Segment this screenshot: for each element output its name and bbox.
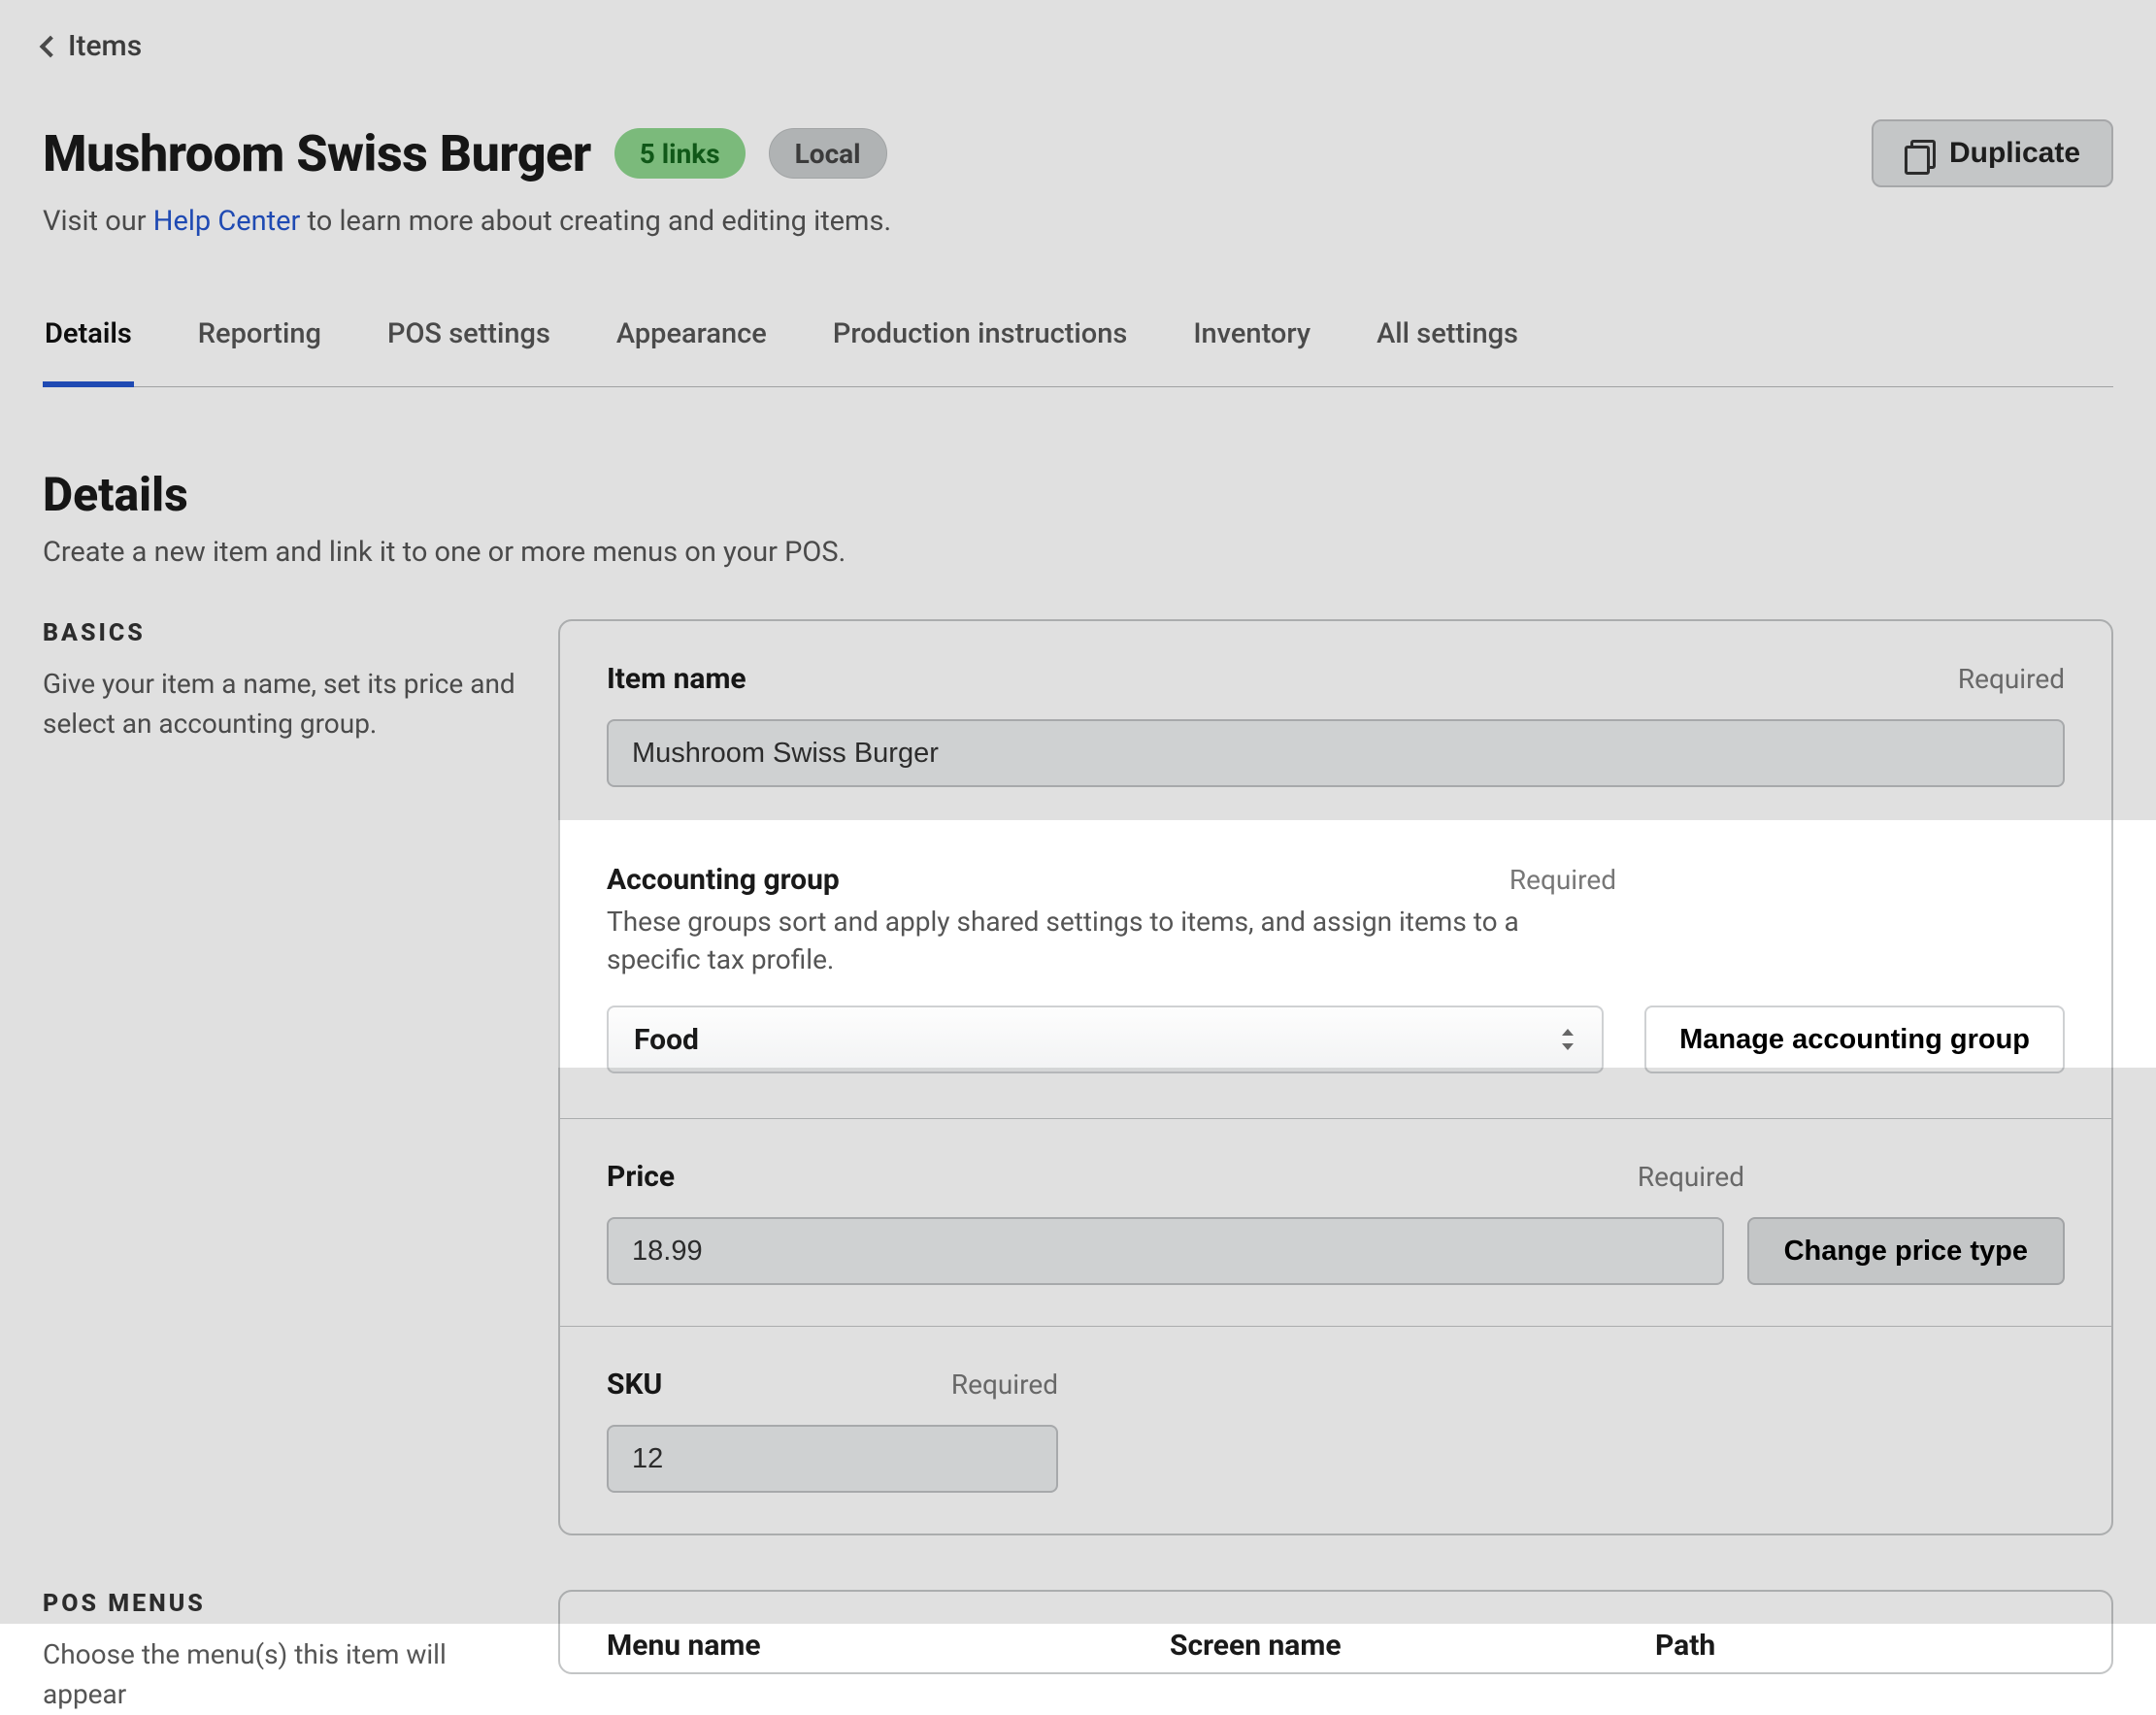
tab-details[interactable]: Details [43,317,134,387]
item-name-label: Item name [607,662,746,696]
sku-input[interactable] [607,1425,1058,1493]
item-name-required: Required [1958,663,2065,695]
col-screen-name: Screen name [1170,1629,1558,1663]
menus-table-header: Menu name Screen name Path [607,1629,2065,1663]
breadcrumb-label: Items [68,29,142,63]
accounting-group-help: These groups sort and apply shared setti… [607,903,1616,978]
duplicate-label: Duplicate [1949,137,2080,170]
breadcrumb-back[interactable]: Items [43,19,2113,92]
accounting-group-required: Required [1509,864,1616,896]
col-menu-name: Menu name [607,1629,1073,1663]
select-caret-icon [1559,1029,1576,1050]
section-subheading: Create a new item and link it to one or … [43,536,2113,569]
pos-menus-side-title: POS MENUS [43,1590,519,1618]
links-badge[interactable]: 5 links [614,128,746,179]
tab-all-settings[interactable]: All settings [1375,317,1520,386]
tabs: Details Reporting POS settings Appearanc… [43,317,2113,387]
basics-side-text: Give your item a name, set its price and… [43,665,519,743]
duplicate-button[interactable]: Duplicate [1872,119,2113,187]
tab-reporting[interactable]: Reporting [196,317,323,386]
tab-pos-settings[interactable]: POS settings [385,317,552,386]
item-name-input[interactable] [607,719,2065,787]
price-required: Required [1638,1161,1744,1193]
section-heading: Details [43,467,2113,522]
accounting-group-label: Accounting group [607,863,840,897]
change-price-type-button[interactable]: Change price type [1747,1217,2065,1285]
sku-required: Required [951,1369,1058,1401]
accounting-group-select[interactable]: Food [607,1006,1604,1073]
duplicate-icon [1905,140,1932,167]
tab-inventory[interactable]: Inventory [1191,317,1312,386]
pos-menus-side-text: Choose the menu(s) this item will appear [43,1635,519,1714]
col-path: Path [1655,1629,2065,1663]
tab-production[interactable]: Production instructions [831,317,1130,386]
page-subtitle: Visit our Help Center to learn more abou… [43,205,2113,238]
accounting-group-value: Food [634,1023,699,1057]
help-center-link[interactable]: Help Center [153,205,301,238]
chevron-left-icon [40,35,62,57]
tab-appearance[interactable]: Appearance [614,317,769,386]
price-label: Price [607,1160,675,1194]
manage-accounting-group-button[interactable]: Manage accounting group [1644,1006,2065,1073]
scope-badge[interactable]: Local [769,128,887,179]
price-input[interactable] [607,1217,1724,1285]
page-title: Mushroom Swiss Burger [43,124,591,183]
basics-side-title: BASICS [43,619,519,647]
sku-label: SKU [607,1368,662,1402]
